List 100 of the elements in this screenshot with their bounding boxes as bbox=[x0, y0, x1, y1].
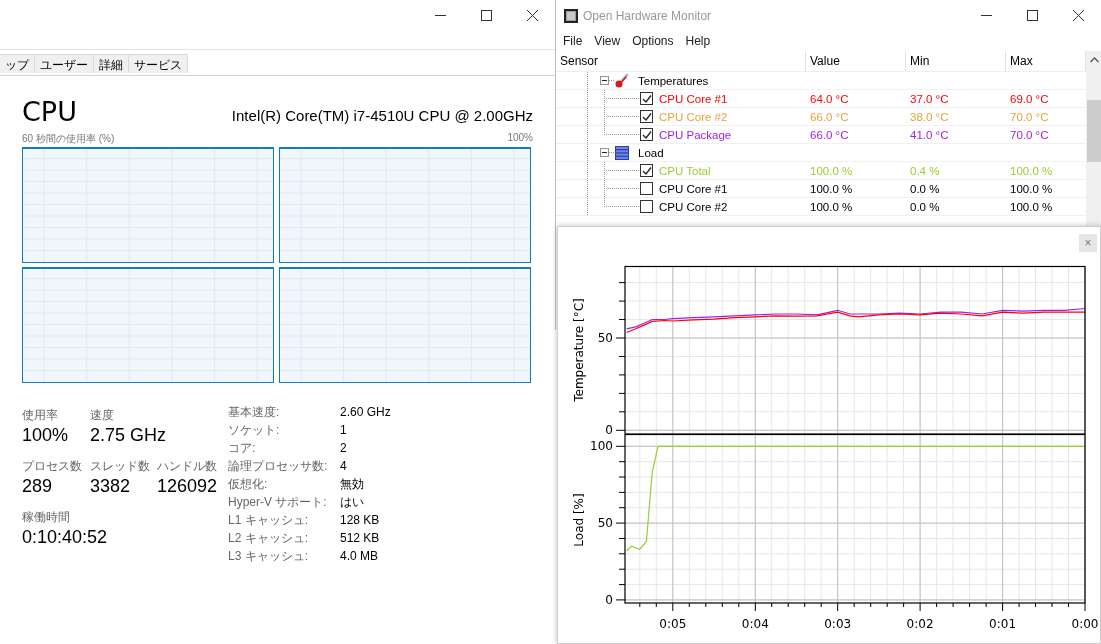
stat-value: 3382 bbox=[90, 475, 132, 498]
tab[interactable]: ップ bbox=[0, 54, 35, 73]
sensor-value: 100.0 % bbox=[809, 164, 854, 177]
column-header[interactable]: Value bbox=[806, 51, 906, 71]
sensor-name: CPU Core #2 bbox=[659, 200, 728, 213]
detail-value: 4.0 MB bbox=[340, 548, 379, 565]
collapse-icon[interactable] bbox=[600, 76, 609, 85]
axis-tick-label: 0:05 bbox=[659, 617, 687, 631]
stat-label: 速度 bbox=[90, 407, 115, 423]
sensor-value: 66.0 °C bbox=[809, 128, 850, 141]
column-header[interactable]: Min bbox=[906, 51, 1006, 71]
checkbox[interactable] bbox=[640, 200, 653, 213]
sensor-name: CPU Package bbox=[659, 128, 732, 141]
scroll-up-icon[interactable] bbox=[1089, 57, 1099, 63]
window-title: Open Hardware Monitor bbox=[583, 8, 712, 23]
axis-tick-label: 0 bbox=[605, 592, 613, 607]
close-button[interactable]: × bbox=[1079, 234, 1097, 252]
sensor-value: 100.0 % bbox=[809, 200, 854, 213]
detail-value: 1 bbox=[340, 422, 348, 439]
sensor-group-label: Temperatures bbox=[638, 74, 709, 87]
stat-label: 使用率 bbox=[22, 407, 59, 423]
detail-label: 基本速度: bbox=[228, 404, 281, 421]
checkbox[interactable] bbox=[640, 182, 653, 195]
column-header[interactable]: Sensor bbox=[556, 51, 806, 71]
axis-tick-label: 0:01 bbox=[989, 617, 1017, 631]
axis-tick-label: 0:04 bbox=[741, 617, 769, 631]
sensor-value: 100.0 % bbox=[809, 182, 854, 195]
detail-value: 2.60 GHz bbox=[340, 404, 391, 421]
axis-tick-label: 0 bbox=[605, 423, 613, 434]
axis-tick-label: 0:03 bbox=[824, 617, 852, 631]
detail-value: 無効 bbox=[340, 476, 365, 493]
sensor-max: 69.0 °C bbox=[1009, 92, 1050, 105]
sensor-name: CPU Total bbox=[659, 164, 711, 177]
sensor-max: 100.0 % bbox=[1009, 164, 1054, 177]
checkbox[interactable] bbox=[640, 110, 653, 123]
detail-label: L3 キャッシュ: bbox=[228, 548, 309, 565]
sensor-group-label: Load bbox=[638, 146, 664, 159]
sensor-max: 70.0 °C bbox=[1009, 110, 1050, 123]
tab[interactable]: サービス bbox=[128, 54, 188, 73]
stat-value: 2.75 GHz bbox=[90, 424, 167, 447]
stat-value: 100% bbox=[22, 424, 70, 447]
menu-item[interactable]: File bbox=[557, 34, 589, 48]
app-icon bbox=[564, 8, 578, 23]
axis-tick-label: 0:00 bbox=[1071, 617, 1099, 631]
detail-value: はい bbox=[340, 494, 365, 511]
checkbox[interactable] bbox=[640, 92, 653, 105]
sensor-max: 70.0 °C bbox=[1009, 128, 1050, 141]
sensor-min: 37.0 °C bbox=[909, 92, 950, 105]
sensor-min: 0.4 % bbox=[909, 164, 941, 177]
stat-label: スレッド数 bbox=[90, 458, 151, 474]
graph-caption: 60 秒間の使用率 (%) bbox=[22, 132, 115, 146]
menu-item[interactable]: View bbox=[588, 34, 627, 48]
sensor-min: 0.0 % bbox=[909, 182, 941, 195]
tab[interactable]: ユーザー bbox=[34, 54, 94, 73]
scrollbar-thumb[interactable] bbox=[1087, 100, 1101, 162]
sensor-max: 100.0 % bbox=[1009, 200, 1054, 213]
load-bars-icon bbox=[614, 144, 630, 161]
detail-label: 仮想化: bbox=[228, 476, 269, 493]
section-title: CPU bbox=[22, 96, 77, 127]
detail-value: 128 KB bbox=[340, 512, 381, 529]
stat-value: 126092 bbox=[157, 475, 218, 498]
close-icon bbox=[526, 9, 538, 21]
axis-tick-label: 100 bbox=[590, 439, 613, 454]
detail-label: ソケット: bbox=[228, 422, 281, 439]
detail-value: 512 KB bbox=[340, 530, 381, 547]
axis-title: Temperature [°C] bbox=[572, 298, 586, 402]
sensor-name: CPU Core #1 bbox=[659, 92, 728, 105]
processor-name: Intel(R) Core(TM) i7-4510U CPU @ 2.00GHz bbox=[231, 107, 533, 124]
graph-max-label: 100% bbox=[507, 132, 533, 145]
sensor-value: 66.0 °C bbox=[809, 110, 850, 123]
sensor-max: 100.0 % bbox=[1009, 182, 1054, 195]
thermometer-icon bbox=[614, 72, 630, 89]
checkbox[interactable] bbox=[640, 164, 653, 177]
stat-label: 稼働時間 bbox=[22, 509, 71, 525]
maximize-icon bbox=[1026, 10, 1038, 21]
maximize-icon bbox=[480, 9, 492, 21]
detail-value: 4 bbox=[340, 458, 348, 475]
detail-label: L2 キャッシュ: bbox=[228, 530, 309, 547]
axis-tick-label: 50 bbox=[597, 331, 613, 345]
axis-tick-label: 0:02 bbox=[906, 617, 934, 631]
collapse-icon[interactable] bbox=[600, 148, 609, 157]
detail-label: L1 キャッシュ: bbox=[228, 512, 309, 529]
sensor-min: 38.0 °C bbox=[909, 110, 950, 123]
detail-value: 2 bbox=[340, 440, 348, 457]
close-icon bbox=[1072, 10, 1084, 21]
detail-label: 論理プロセッサ数: bbox=[228, 458, 329, 475]
sensor-min: 41.0 °C bbox=[909, 128, 950, 141]
checkbox[interactable] bbox=[640, 128, 653, 141]
menu-item[interactable]: Options bbox=[626, 34, 680, 48]
tab[interactable]: 詳細 bbox=[93, 54, 129, 73]
menu-item[interactable]: Help bbox=[679, 34, 717, 48]
axis-title: Load [%] bbox=[572, 493, 586, 547]
detail-label: コア: bbox=[228, 440, 257, 457]
scrollbar[interactable] bbox=[1086, 51, 1101, 226]
stat-label: ハンドル数 bbox=[157, 458, 218, 474]
stat-label: プロセス数 bbox=[22, 458, 83, 474]
axis-tick-label: 50 bbox=[597, 516, 613, 531]
detail-label: Hyper-V サポート: bbox=[228, 494, 328, 511]
stat-value: 0:10:40:52 bbox=[22, 526, 108, 549]
sensor-name: CPU Core #1 bbox=[659, 182, 728, 195]
